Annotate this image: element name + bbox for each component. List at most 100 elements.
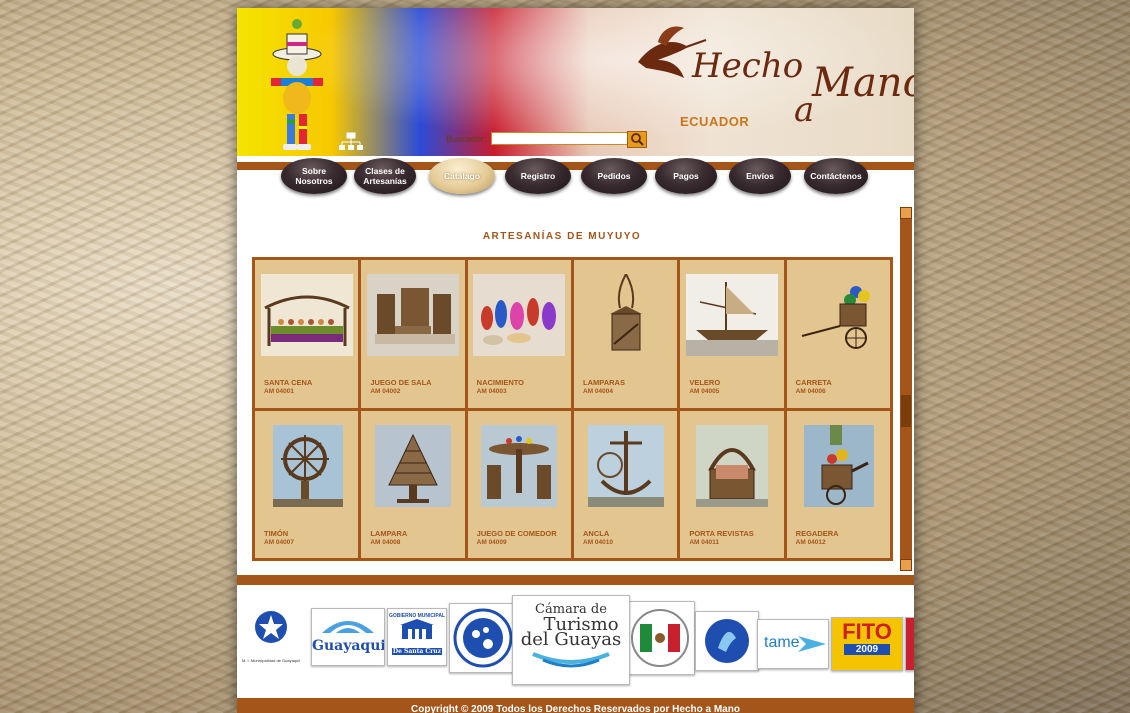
product-code: AM 04006 xyxy=(795,388,826,395)
product-name: CARRETA xyxy=(795,378,832,387)
product-name: LAMPARA xyxy=(370,528,408,538)
product-name: VELERO xyxy=(689,378,721,387)
tame-logo-text: tame xyxy=(764,634,800,651)
product-image-juego-de-comedor xyxy=(481,424,558,507)
product-code: AM 04004 xyxy=(583,388,613,395)
sponsor-mexico-seal[interactable] xyxy=(625,601,695,675)
nav-label: Pagos xyxy=(673,171,699,181)
product-name: LAMPARAS xyxy=(583,378,625,387)
sponsor-camara-seal[interactable] xyxy=(449,603,517,673)
camara-wave-icon xyxy=(532,652,610,668)
municipio-seal-icon xyxy=(255,611,287,643)
product-card[interactable]: CARRETA AM 04006 xyxy=(786,260,890,408)
footer-divider xyxy=(237,575,914,585)
product-image-santa-cena xyxy=(260,274,353,356)
sponsor-partial[interactable] xyxy=(905,617,914,671)
product-image-juego-de-sala xyxy=(366,274,459,356)
product-card[interactable]: VELERO AM 04005 xyxy=(680,260,784,408)
camara-line3: del Guayas xyxy=(520,629,622,650)
logo-text-ecuador: ECUADOR xyxy=(680,114,750,129)
product-card[interactable]: JUEGO DE COMEDOR AM 04009 xyxy=(467,410,571,558)
sponsor-camara-turismo-guayas[interactable]: Cámara de Turismo del Guayas xyxy=(512,595,630,685)
nav-envios[interactable]: Envíos xyxy=(729,158,791,194)
nav-label: Catálago xyxy=(444,171,480,181)
product-name: SANTA CENA xyxy=(264,378,313,387)
product-code: AM 04012 xyxy=(795,538,826,546)
artisan-doll-image xyxy=(271,19,323,150)
nav-label: Registro xyxy=(520,171,556,181)
scrollbar-thumb[interactable] xyxy=(901,395,911,427)
product-name: TIMÓN xyxy=(264,528,289,538)
santa-cruz-bottom-text: De Santa Cruz xyxy=(392,648,442,655)
product-image-timon xyxy=(272,424,343,507)
product-image-lampara xyxy=(374,424,451,507)
product-card[interactable]: REGADERA AM 04012 xyxy=(786,410,890,558)
product-code: AM 04009 xyxy=(476,538,507,546)
product-card[interactable]: LAMPARAS AM 04004 xyxy=(574,260,678,408)
nav-catalogo[interactable]: Catálago xyxy=(429,158,495,194)
vertical-scrollbar[interactable] xyxy=(900,207,912,571)
product-grid: SANTA CENA AM 04001 JUEGO DE SALA AM 040… xyxy=(252,257,893,561)
product-image-lamparas xyxy=(609,274,642,351)
product-code: AM 04008 xyxy=(370,538,401,546)
fito-year-text: 2009 xyxy=(844,644,890,655)
product-image-carreta xyxy=(802,286,871,349)
product-image-velero xyxy=(685,274,778,356)
nav-contactenos[interactable]: Contáctenos xyxy=(804,158,868,194)
search-button[interactable] xyxy=(627,131,647,148)
main-navigation: Sobre Nosotros Clases de Artesanías Catá… xyxy=(237,156,914,203)
nav-label: Contáctenos xyxy=(810,171,862,181)
product-card[interactable]: PORTA REVISTAS AM 04011 xyxy=(680,410,784,558)
product-name: JUEGO DE SALA xyxy=(370,378,432,387)
product-image-ancla xyxy=(587,424,664,507)
product-card[interactable]: LAMPARA AM 04008 xyxy=(361,410,465,558)
sitemap-icon[interactable] xyxy=(339,132,363,152)
product-code: AM 04011 xyxy=(689,538,719,546)
logo-text-hecho: Hecho xyxy=(692,46,804,86)
sponsor-santa-cruz[interactable]: GOBIERNO MUNICIPAL De Santa Cruz xyxy=(387,608,447,666)
search-input[interactable] xyxy=(491,132,630,145)
product-card[interactable]: TIMÓN AM 04007 xyxy=(255,410,359,558)
product-code: AM 04005 xyxy=(689,388,720,395)
mexico-seal-icon xyxy=(631,609,689,667)
sponsor-logos: M. I. Municipalidad de Guayaquil Guayaqu… xyxy=(237,593,914,703)
copyright-bar: Copyright © 2009 Todos los Derechos Rese… xyxy=(237,698,914,713)
product-card[interactable]: SANTA CENA AM 04001 xyxy=(255,260,359,408)
sponsor-blue-emblem[interactable] xyxy=(695,611,759,671)
product-card[interactable]: ANCLA AM 04010 xyxy=(574,410,678,558)
product-name: ANCLA xyxy=(583,528,610,538)
header-banner: Hecho a Mano ECUADOR Buscador: xyxy=(237,8,914,156)
nav-pagos[interactable]: Pagos xyxy=(655,158,717,194)
product-name: PORTA REVISTAS xyxy=(689,528,754,538)
nav-label: Sobre Nosotros xyxy=(295,166,333,186)
hecho-a-mano-logo[interactable]: Hecho a Mano ECUADOR xyxy=(622,16,914,136)
nav-clases-artesanias[interactable]: Clases de Artesanías xyxy=(354,158,416,194)
blue-emblem-icon xyxy=(705,619,749,663)
section-title: ARTESANÍAS DE MUYUYO xyxy=(482,231,642,242)
product-name: JUEGO DE COMEDOR xyxy=(476,528,557,538)
sponsor-fito-2009[interactable]: FITO 2009 xyxy=(831,617,903,671)
fito-logo-text: FITO xyxy=(842,619,892,644)
municipio-caption: M. I. Municipalidad de Guayaquil xyxy=(241,658,301,663)
product-card[interactable]: JUEGO DE SALA AM 04002 xyxy=(361,260,465,408)
nav-sobre-nosotros[interactable]: Sobre Nosotros xyxy=(281,158,347,194)
product-name: NACIMIENTO xyxy=(476,378,525,387)
nav-pedidos[interactable]: Pedidos xyxy=(581,158,647,194)
product-code: AM 04003 xyxy=(476,388,507,395)
product-card[interactable]: NACIMIENTO AM 04003 xyxy=(467,260,571,408)
product-image-regadera xyxy=(804,424,875,507)
sponsor-tame[interactable]: tame xyxy=(757,619,829,669)
scroll-down-arrow-icon[interactable] xyxy=(900,559,912,571)
nav-label: Clases de Artesanías xyxy=(363,166,407,186)
product-code: AM 04010 xyxy=(583,538,613,546)
product-code: AM 04007 xyxy=(264,538,294,546)
nav-label: Pedidos xyxy=(597,171,631,181)
santa-cruz-building-icon xyxy=(400,619,434,639)
tame-arrow-icon xyxy=(798,636,826,652)
nav-registro[interactable]: Registro xyxy=(505,158,571,194)
scroll-up-arrow-icon[interactable] xyxy=(900,207,912,219)
camara-seal-icon xyxy=(453,608,513,668)
sponsor-municipio-guayaquil[interactable]: M. I. Municipalidad de Guayaquil xyxy=(237,605,305,667)
search-label: Buscador: xyxy=(446,134,487,144)
sponsor-guayaquil[interactable]: Guayaquil xyxy=(311,608,385,666)
